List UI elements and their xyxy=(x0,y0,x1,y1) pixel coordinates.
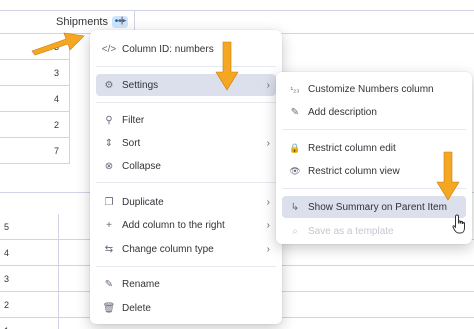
duplicate-icon: ❐ xyxy=(104,196,114,208)
gear-icon: ⚙ xyxy=(104,79,114,91)
menu-item-column-id: </> Column ID: numbers xyxy=(101,43,214,55)
swap-icon: ⇆ xyxy=(104,243,114,255)
menu-divider xyxy=(282,129,466,130)
chevron-right-icon: › xyxy=(266,243,270,255)
menu-divider xyxy=(96,266,276,267)
lock-icon: 🔒 xyxy=(289,142,301,153)
menu-item-settings[interactable]: ⚙ Settings › xyxy=(96,74,276,96)
annotation-arrow-down-icon xyxy=(215,41,239,91)
template-icon: ⌕ xyxy=(292,225,298,237)
menu-item-rename[interactable]: ✎ Rename xyxy=(96,273,276,295)
chevron-right-icon: › xyxy=(266,79,270,91)
chevron-right-icon: › xyxy=(266,137,270,149)
hand-cursor-icon xyxy=(452,214,465,234)
pencil-icon: ✎ xyxy=(104,278,114,290)
submenu-item-customize-numbers[interactable]: ¹₂₃ Customize Numbers column xyxy=(282,78,466,100)
column-context-menu: </> Column ID: numbers ⚙ Settings › ⚲ Fi… xyxy=(90,30,282,324)
sort-icon: ⇕ xyxy=(104,137,114,149)
column-title: Shipments xyxy=(56,16,108,28)
annotation-arrow-right-icon xyxy=(31,32,85,56)
table-cell[interactable]: 7 xyxy=(0,138,70,164)
table-cell[interactable]: 2 xyxy=(0,112,70,138)
table-cell[interactable]: 3 xyxy=(0,60,70,86)
menu-item-change-column-type[interactable]: ⇆ Change column type › xyxy=(96,238,276,260)
plus-icon: + xyxy=(106,219,112,231)
submenu-item-add-description[interactable]: ✎ Add description xyxy=(282,101,466,123)
numbers-icon: ¹₂₃ xyxy=(290,84,300,94)
menu-item-delete[interactable]: 🗑 Delete xyxy=(96,297,276,319)
menu-divider xyxy=(96,182,276,183)
subitem-arrow-icon: ↳ xyxy=(290,201,300,213)
trash-icon: 🗑 xyxy=(102,302,116,314)
menu-divider xyxy=(96,66,276,67)
table-cell[interactable]: 4 xyxy=(0,86,70,112)
menu-item-filter[interactable]: ⚲ Filter xyxy=(96,109,276,131)
code-icon: </> xyxy=(101,43,117,55)
submenu-item-save-template: ⌕ Save as a template xyxy=(282,220,466,242)
filter-icon: ⚲ xyxy=(105,114,113,126)
chevron-right-icon: › xyxy=(266,196,270,208)
menu-item-collapse[interactable]: ⊗ Collapse xyxy=(96,155,276,177)
chevron-right-icon: › xyxy=(266,219,270,231)
annotation-arrow-down-icon xyxy=(436,151,460,201)
menu-divider xyxy=(96,102,276,103)
menu-item-sort[interactable]: ⇕ Sort › xyxy=(96,132,276,154)
collapse-icon: ⊗ xyxy=(104,160,114,172)
menu-item-duplicate[interactable]: ❐ Duplicate › xyxy=(96,191,276,213)
eye-icon: 👁 xyxy=(289,165,301,176)
pencil-icon: ✎ xyxy=(290,106,300,118)
menu-item-add-column-right[interactable]: + Add column to the right › xyxy=(96,214,276,236)
